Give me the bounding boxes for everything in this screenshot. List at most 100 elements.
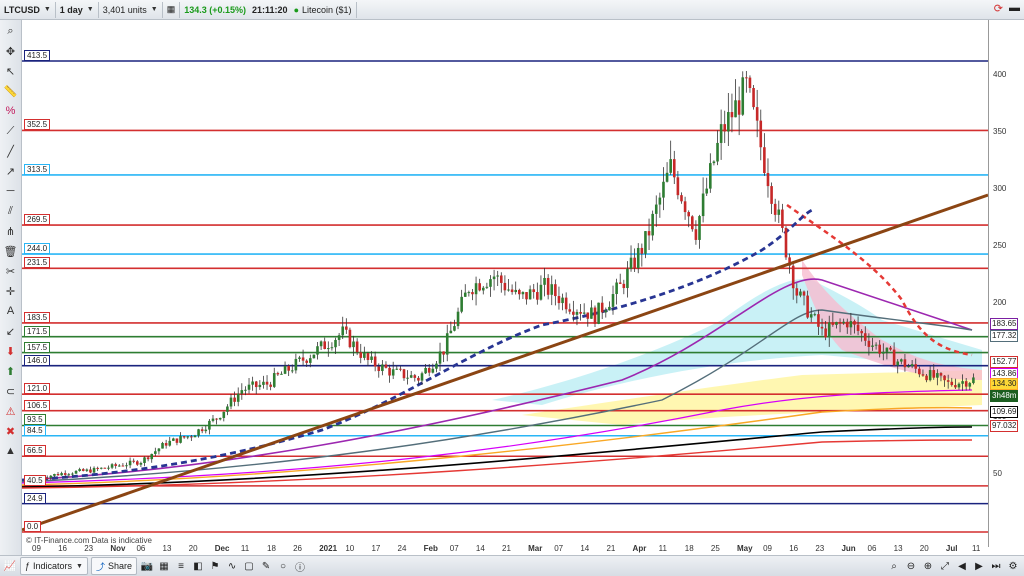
candle[interactable]: [381, 364, 384, 372]
trend-line[interactable]: [22, 193, 988, 532]
candle[interactable]: [946, 380, 950, 382]
layers-icon[interactable]: ◧: [191, 559, 205, 573]
zoom-icon[interactable]: ⌕: [3, 23, 19, 39]
candle[interactable]: [460, 296, 463, 312]
candle[interactable]: [954, 385, 957, 388]
candle[interactable]: [763, 147, 766, 174]
candle[interactable]: [669, 159, 672, 173]
arrow-icon[interactable]: ↙: [3, 323, 19, 339]
minimize-icon[interactable]: ▬: [1009, 2, 1020, 15]
candle[interactable]: [334, 339, 337, 348]
candle[interactable]: [96, 467, 99, 469]
candle[interactable]: [972, 377, 975, 384]
candle[interactable]: [110, 464, 114, 468]
candle[interactable]: [323, 341, 327, 350]
candle[interactable]: [128, 460, 132, 466]
candle[interactable]: [802, 291, 806, 296]
candle[interactable]: [773, 203, 777, 215]
candle[interactable]: [186, 436, 190, 438]
candle[interactable]: [694, 229, 698, 240]
candle[interactable]: [586, 312, 590, 319]
candle[interactable]: [258, 384, 262, 388]
candle[interactable]: [197, 429, 200, 436]
candle[interactable]: [345, 326, 348, 330]
candle[interactable]: [564, 297, 568, 310]
candle[interactable]: [882, 351, 885, 354]
candle[interactable]: [777, 209, 781, 215]
candle[interactable]: [712, 161, 716, 164]
candle[interactable]: [316, 346, 319, 355]
candle[interactable]: [161, 443, 164, 449]
channel-icon[interactable]: ⫽: [3, 203, 19, 219]
text-icon[interactable]: A: [3, 303, 19, 319]
candle[interactable]: [676, 177, 680, 196]
candle[interactable]: [914, 364, 918, 369]
candle[interactable]: [240, 390, 244, 394]
circle-icon[interactable]: ○: [276, 559, 290, 573]
candle[interactable]: [827, 322, 831, 338]
candle[interactable]: [222, 411, 226, 418]
chart-area[interactable]: 413.5 352.5 313.5 269.5 244.0 231.5 183.5 171.5…: [22, 20, 988, 547]
candle[interactable]: [784, 227, 788, 258]
trendline-icon[interactable]: ⟋: [3, 123, 19, 139]
fibonacci-icon[interactable]: %: [3, 103, 19, 119]
candle[interactable]: [730, 112, 734, 118]
candle[interactable]: [572, 311, 575, 315]
candle[interactable]: [312, 354, 316, 359]
candle[interactable]: [417, 377, 420, 381]
candle[interactable]: [463, 292, 467, 297]
candle[interactable]: [672, 159, 676, 178]
candle[interactable]: [528, 289, 532, 300]
candle[interactable]: [204, 429, 208, 432]
candle[interactable]: [71, 473, 74, 475]
candle[interactable]: [424, 368, 427, 374]
candle[interactable]: [936, 373, 939, 378]
candle[interactable]: [546, 277, 550, 295]
candle[interactable]: [820, 326, 824, 329]
candle[interactable]: [453, 326, 456, 331]
candle[interactable]: [737, 100, 741, 115]
candle[interactable]: [582, 312, 586, 314]
candle[interactable]: [56, 474, 60, 476]
refresh-icon[interactable]: ⟳: [994, 2, 1003, 15]
candle[interactable]: [168, 440, 172, 446]
candle[interactable]: [438, 351, 442, 364]
zoom-in-icon[interactable]: ⊕: [921, 559, 935, 573]
candle[interactable]: [211, 418, 215, 421]
candle[interactable]: [727, 112, 730, 132]
candle[interactable]: [871, 345, 874, 347]
candle[interactable]: [485, 286, 489, 288]
units-selector[interactable]: 3,401 units ▼: [99, 1, 163, 18]
flag-icon[interactable]: ⚑: [208, 559, 222, 573]
candle[interactable]: [193, 435, 197, 438]
candle[interactable]: [456, 311, 460, 327]
cursor-icon[interactable]: ↖: [3, 63, 19, 79]
candle[interactable]: [683, 201, 687, 213]
candle[interactable]: [705, 188, 709, 194]
candle[interactable]: [355, 341, 359, 353]
candle[interactable]: [943, 375, 946, 381]
candle[interactable]: [254, 381, 258, 388]
candle[interactable]: [175, 438, 179, 443]
candle[interactable]: [867, 340, 871, 347]
candle[interactable]: [272, 373, 276, 387]
candle[interactable]: [269, 384, 272, 387]
candle[interactable]: [247, 384, 251, 390]
candle[interactable]: [471, 292, 474, 295]
candle[interactable]: [200, 429, 204, 432]
candle[interactable]: [590, 307, 593, 319]
candle[interactable]: [842, 321, 845, 324]
candle[interactable]: [536, 292, 539, 300]
candle[interactable]: [81, 469, 85, 471]
grid-toggle[interactable]: ▦: [163, 1, 181, 18]
candle[interactable]: [233, 397, 236, 402]
candle[interactable]: [294, 358, 298, 371]
candle[interactable]: [748, 77, 752, 89]
candle[interactable]: [889, 347, 892, 350]
candle[interactable]: [838, 321, 842, 324]
candle[interactable]: [265, 381, 269, 385]
candle[interactable]: [918, 368, 921, 375]
candle[interactable]: [561, 297, 564, 304]
candle[interactable]: [348, 329, 352, 348]
candle[interactable]: [499, 275, 503, 283]
